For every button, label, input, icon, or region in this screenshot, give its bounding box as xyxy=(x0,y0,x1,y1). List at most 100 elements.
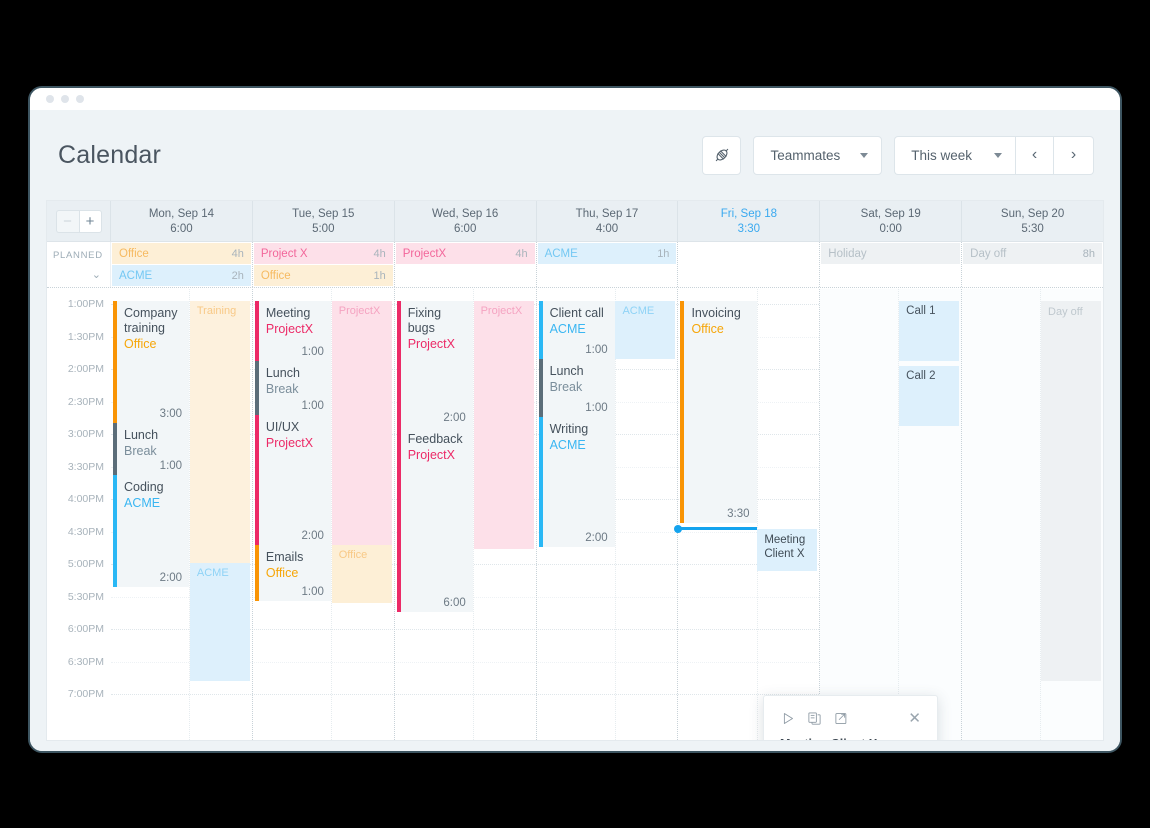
planned-chip-name: ProjectX xyxy=(402,247,447,260)
time-label: 3:30PM xyxy=(67,460,104,473)
chevron-left-icon: ‹ xyxy=(1031,146,1038,163)
calendar-grid[interactable]: 1:00PM 1:30PM 2:00PM 2:30PM 3:00PM 3:30PM 4:00… xyxy=(47,289,1103,740)
calendar-event[interactable]: Lunch Break 1:00 xyxy=(538,359,615,417)
planned-column-0[interactable]: Office 4h ACME 2h xyxy=(111,242,253,287)
calendar-event[interactable]: Invoicing Office 3:30 xyxy=(680,301,757,523)
chevron-down-icon[interactable]: ⌄ xyxy=(92,270,101,281)
planned-chip[interactable]: ACME 2h xyxy=(112,265,251,286)
day-column-5[interactable]: Call 1 Call 2 xyxy=(820,289,963,740)
integrations-plug-button[interactable] xyxy=(702,135,742,175)
planned-block[interactable]: ProjectX xyxy=(331,301,392,545)
planned-block[interactable]: Day off xyxy=(1041,301,1102,681)
planned-chip[interactable]: Holiday xyxy=(821,243,961,264)
day-column-4[interactable]: Invoicing Office 3:30 Meeting Client X xyxy=(674,289,821,740)
next-week-button[interactable]: › xyxy=(1054,135,1094,175)
duplicate-icon[interactable] xyxy=(807,711,822,726)
play-icon[interactable] xyxy=(780,711,795,726)
open-external-icon[interactable] xyxy=(834,711,849,726)
planned-block[interactable]: ProjectX xyxy=(473,301,534,549)
planned-chip-name: Office xyxy=(260,269,291,282)
planned-chip-name: Office xyxy=(119,247,149,260)
day-header-total: 5:00 xyxy=(312,222,335,235)
day-header-date: Thu, Sep 17 xyxy=(575,207,639,220)
planned-column-3[interactable]: ACME 1h xyxy=(537,242,679,287)
day-header-date: Mon, Sep 14 xyxy=(148,207,215,220)
calendar-event[interactable]: Lunch Break 1:00 xyxy=(113,423,190,475)
call-block[interactable]: Call 2 xyxy=(899,366,960,426)
planned-column-2[interactable]: ProjectX 4h xyxy=(395,242,537,287)
planned-chip[interactable]: ACME 1h xyxy=(537,243,677,264)
day-header-6[interactable]: Sun, Sep 20 5:30 xyxy=(962,201,1103,241)
planned-chip[interactable]: Office 4h xyxy=(112,243,251,264)
day-header-date: Wed, Sep 16 xyxy=(432,207,499,220)
zoom-out-button[interactable]: − xyxy=(55,209,79,233)
planned-block[interactable]: Office xyxy=(331,545,392,603)
ghost-title-line-1: Meeting xyxy=(764,534,806,546)
calendar-event[interactable]: Writing ACME 2:00 xyxy=(538,417,615,547)
planned-chip[interactable]: Project X 4h xyxy=(253,243,393,264)
planned-block[interactable]: Training xyxy=(189,301,250,563)
planned-column-1[interactable]: Project X 4h Office 1h xyxy=(253,242,395,287)
week-range-dropdown[interactable]: This week xyxy=(894,135,1015,175)
planned-block-label: ACME xyxy=(196,567,229,579)
calendar-event[interactable]: UI/UX ProjectX 2:00 xyxy=(254,415,331,545)
event-project: ProjectX xyxy=(407,448,455,462)
day-column-2[interactable]: ProjectX Fixing bugs ProjectX 2:00 Feedback P… xyxy=(395,289,537,740)
planned-chip-hours: 1h xyxy=(657,247,670,260)
calendar-event[interactable]: Meeting ProjectX 1:00 xyxy=(254,301,331,361)
teammates-dropdown[interactable]: Teammates xyxy=(753,135,883,175)
event-project: ProjectX xyxy=(265,436,314,450)
day-header-4[interactable]: Fri, Sep 18 3:30 xyxy=(678,201,821,241)
event-detail-popup[interactable]: ✕Meeting Client XGoogle Calendar2:00 (4:… xyxy=(763,695,938,740)
calendar-event[interactable]: Lunch Break 1:00 xyxy=(254,361,331,415)
planned-block[interactable]: ACME xyxy=(189,563,250,681)
day-column-1[interactable]: ProjectX Office Meeting ProjectX 1:00 Lunch Br… xyxy=(253,289,395,740)
planned-columns: Office 4h ACME 2h Project X 4h Office 1h Project… xyxy=(111,242,1103,287)
calendar-event[interactable]: Client call ACME 1:00 xyxy=(538,301,615,359)
planned-chip-name: Day off xyxy=(970,247,1007,260)
day-header-total: 0:00 xyxy=(879,222,902,235)
day-header-3[interactable]: Thu, Sep 17 4:00 xyxy=(537,201,679,241)
planned-chip[interactable]: ProjectX 4h xyxy=(395,243,535,264)
calendar-event[interactable]: Feedback ProjectX 6:00 xyxy=(396,427,473,612)
day-column-3[interactable]: ACME Client call ACME 1:00 Lunch Break 1:00 Wri… xyxy=(537,289,679,740)
event-title: Lunch xyxy=(124,428,159,442)
zoom-in-button[interactable]: + xyxy=(78,209,102,233)
window-maximize-dot[interactable] xyxy=(76,95,84,103)
day-header-0[interactable]: Mon, Sep 14 6:00 xyxy=(111,201,253,241)
planned-column-4[interactable] xyxy=(678,242,821,287)
dragged-event-ghost[interactable]: Meeting Client X xyxy=(757,529,818,571)
ghost-title-line-2: Client X xyxy=(764,548,805,560)
planned-column-6[interactable]: Day off 8h xyxy=(962,242,1103,287)
day-header-2[interactable]: Wed, Sep 16 6:00 xyxy=(395,201,537,241)
day-column-0[interactable]: Training ACME Company training Office 3:00 Lu… xyxy=(111,289,253,740)
planned-chip[interactable]: Day off 8h xyxy=(963,243,1103,264)
window-minimize-dot[interactable] xyxy=(61,95,69,103)
planned-chip-hours: 8h xyxy=(1082,247,1096,260)
planned-column-5[interactable]: Holiday xyxy=(820,242,963,287)
day-header-date: Sun, Sep 20 xyxy=(1000,207,1065,220)
time-label: 5:30PM xyxy=(67,590,104,603)
day-header-5[interactable]: Sat, Sep 19 0:00 xyxy=(820,201,963,241)
event-project: ACME xyxy=(549,438,586,452)
calendar-event[interactable]: Coding ACME 2:00 xyxy=(113,475,190,587)
planned-block[interactable]: ACME xyxy=(615,301,676,359)
previous-week-button[interactable]: ‹ xyxy=(1015,135,1054,175)
day-header-total: 5:30 xyxy=(1021,222,1044,235)
planned-chip-name: ACME xyxy=(119,269,153,282)
close-icon[interactable]: ✕ xyxy=(908,711,921,726)
event-project: ProjectX xyxy=(407,337,455,351)
event-project: Break xyxy=(549,380,583,394)
window-close-dot[interactable] xyxy=(46,95,54,103)
call-block[interactable]: Call 1 xyxy=(899,301,960,361)
planned-chip[interactable]: Office 1h xyxy=(253,265,393,286)
calendar-event[interactable]: Emails Office 1:00 xyxy=(254,545,331,601)
calendar-event[interactable]: Fixing bugs ProjectX 2:00 xyxy=(396,301,473,427)
day-column-6[interactable]: Day off xyxy=(962,289,1103,740)
event-project: ProjectX xyxy=(265,322,314,336)
popup-actions: ✕ xyxy=(780,711,921,726)
date-range-group: This week ‹ › xyxy=(894,135,1094,175)
day-header-date: Fri, Sep 18 xyxy=(720,207,777,220)
calendar-event[interactable]: Company training Office 3:00 xyxy=(113,301,190,423)
day-header-1[interactable]: Tue, Sep 15 5:00 xyxy=(253,201,395,241)
